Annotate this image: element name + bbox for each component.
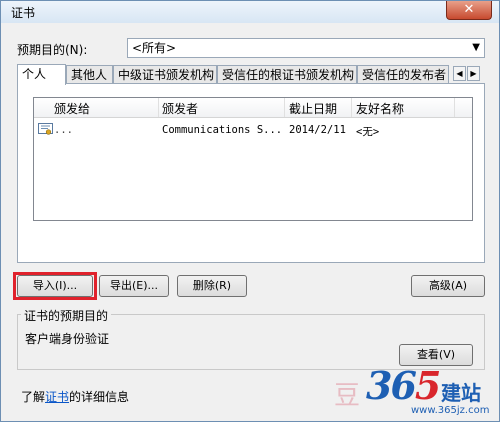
certificate-purposes-title: 证书的预期目的	[21, 307, 112, 324]
tab-scroll-right-icon[interactable]: ▶	[467, 66, 480, 81]
cell-expiration: 2014/2/11	[289, 124, 346, 136]
column-issued-to[interactable]: 颁发给	[54, 100, 90, 117]
watermark-logo: 365	[366, 363, 441, 408]
watermark-douding: 豆	[334, 381, 361, 411]
intended-purpose-label: 预期目的(N):	[17, 43, 88, 57]
column-expiration[interactable]: 截止日期	[289, 100, 337, 117]
certificate-icon	[38, 123, 53, 135]
learn-more-text: 了解证书的详细信息	[21, 390, 130, 404]
column-issued-by[interactable]: 颁发者	[162, 100, 198, 117]
certificates-link[interactable]: 证书	[45, 390, 69, 404]
tab-strip: 个人 其他人 中级证书颁发机构 受信任的根证书颁发机构 受信任的发布者 ◀ ▶	[17, 64, 483, 85]
tab-personal[interactable]: 个人	[17, 64, 66, 85]
dropdown-arrow-icon: ▼	[472, 42, 480, 53]
intended-purpose-select[interactable]: <所有> ▼	[127, 38, 485, 58]
tab-other-people[interactable]: 其他人	[66, 65, 113, 84]
tab-scroll-left-icon[interactable]: ◀	[453, 66, 466, 81]
watermark-url: www.365jz.com	[411, 405, 490, 416]
column-friendly-name[interactable]: 友好名称	[356, 100, 404, 117]
advanced-button[interactable]: 高级(A)	[411, 275, 485, 297]
certificates-dialog: 证书 ✕ 预期目的(N): <所有> ▼ 个人 其他人 中级证书颁发机构 受信任…	[0, 0, 500, 422]
cell-friendly-name: <无>	[356, 126, 380, 138]
cell-issued-to: ...	[54, 124, 73, 136]
certificate-purposes-value: 客户端身份验证	[25, 332, 110, 346]
watermark-brand: 建站	[441, 381, 481, 405]
cell-issued-by: Communications S...	[162, 124, 283, 136]
export-button[interactable]: 导出(E)...	[99, 275, 169, 297]
tab-panel-personal: 颁发给 颁发者 截止日期 友好名称 ... Communications S..	[17, 83, 485, 263]
tab-trusted-root-ca[interactable]: 受信任的根证书颁发机构	[217, 65, 357, 84]
import-button[interactable]: 导入(I)...	[17, 275, 93, 297]
tab-trusted-publishers[interactable]: 受信任的发布者	[357, 65, 449, 84]
remove-button[interactable]: 删除(R)	[177, 275, 247, 297]
title-bar: 证书 ✕	[1, 1, 499, 23]
table-row[interactable]: ... Communications S... 2014/2/11 <无>	[34, 120, 472, 140]
certificate-list[interactable]: 颁发给 颁发者 截止日期 友好名称 ... Communications S..	[33, 97, 473, 221]
close-button[interactable]: ✕	[446, 1, 492, 20]
intended-purpose-value: <所有>	[132, 41, 177, 55]
tab-intermediate-ca[interactable]: 中级证书颁发机构	[113, 65, 217, 84]
list-header: 颁发给 颁发者 截止日期 友好名称	[34, 98, 472, 118]
window-title: 证书	[11, 6, 36, 20]
